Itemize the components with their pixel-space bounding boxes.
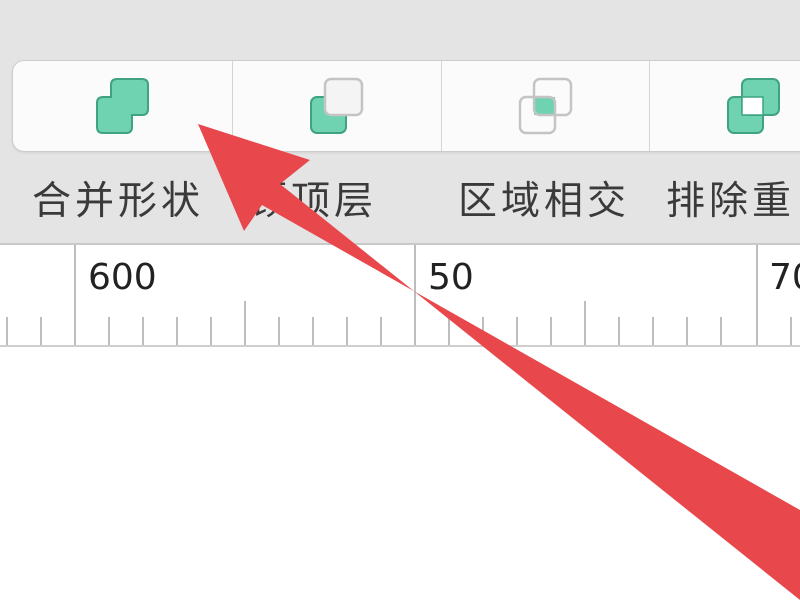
ruler-label-700: 70 (769, 257, 800, 298)
shape-operations-segmented-control (12, 60, 800, 152)
front-shape-label: 顾顶层 (248, 179, 378, 224)
merge-shapes-button[interactable] (13, 61, 232, 151)
horizontal-ruler[interactable]: 600 50 70 (0, 245, 800, 347)
ruler-label-650: 50 (428, 257, 474, 298)
exclude-overlap-icon (727, 78, 781, 134)
ruler-label-600: 600 (88, 257, 157, 298)
shape-toolbar: 合并形状 顾顶层 区域相交 排除重 (0, 0, 800, 245)
front-shape-button[interactable] (232, 61, 440, 151)
merge-shapes-icon (95, 78, 149, 134)
exclude-overlap-button[interactable] (649, 61, 800, 151)
intersect-shapes-icon (518, 77, 572, 135)
exclude-overlap-label: 排除重 (666, 179, 796, 224)
intersect-shapes-label: 区域相交 (458, 179, 631, 224)
front-shape-icon (310, 77, 364, 134)
merge-shapes-label: 合并形状 (32, 179, 205, 224)
document-canvas[interactable] (0, 347, 800, 600)
intersect-shapes-button[interactable] (440, 61, 649, 151)
